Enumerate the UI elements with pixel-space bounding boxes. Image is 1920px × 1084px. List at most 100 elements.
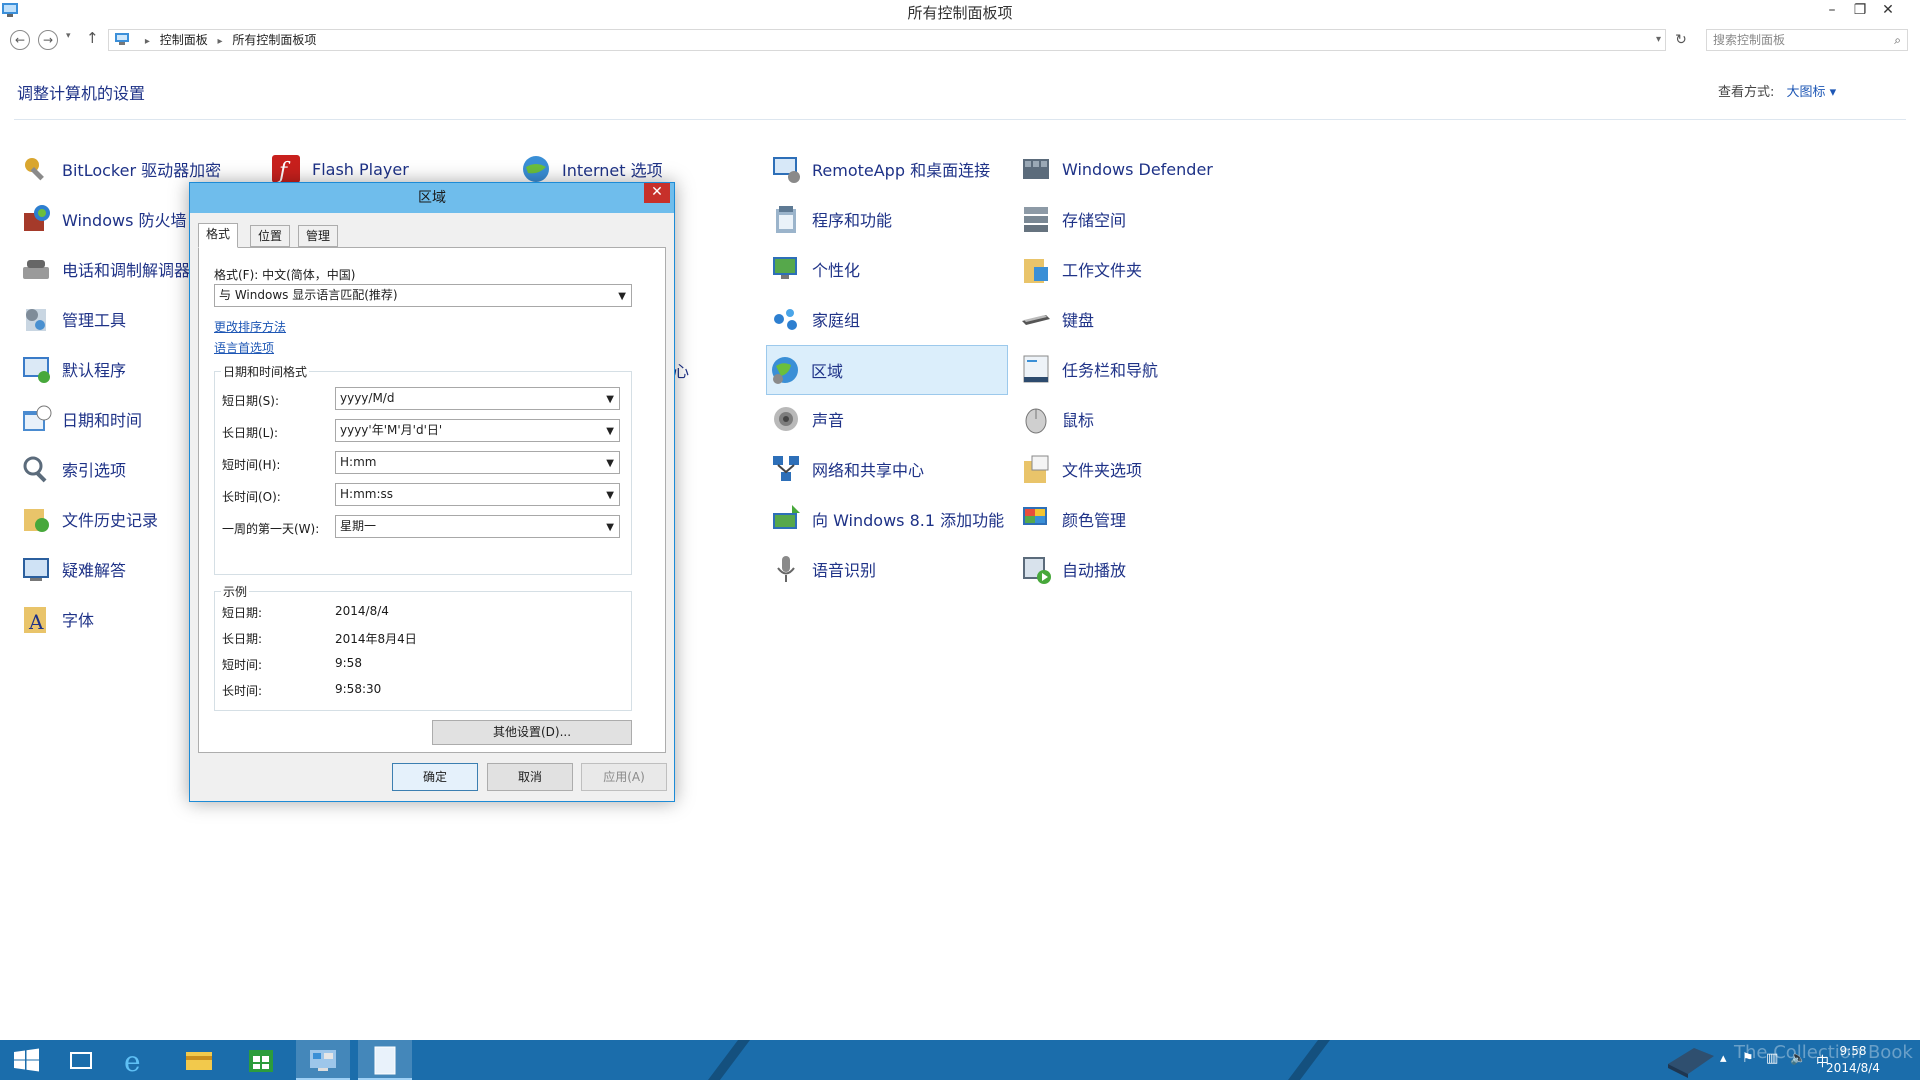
tab-format[interactable]: 格式 [198, 223, 239, 248]
cp-item-homegroup[interactable]: 家庭组 [768, 295, 1008, 343]
dialog-close-icon[interactable]: ✕ [644, 183, 670, 203]
region-globe-icon [772, 357, 798, 384]
cp-item-label: Windows 防火墙 [62, 211, 187, 230]
cp-item-label: 键盘 [1062, 311, 1095, 330]
cp-item-autoplay[interactable]: 自动播放 [1018, 545, 1258, 593]
group-title: 示例 [221, 583, 250, 600]
chevron-down-icon: ▼ [606, 490, 614, 501]
programs-features-icon [776, 206, 796, 233]
first-day-value: 星期一 [340, 519, 377, 533]
ok-button[interactable]: 确定 [392, 763, 478, 791]
address-dropdown-icon[interactable]: ▾ [1656, 30, 1661, 50]
taskbar-task-view[interactable] [54, 1040, 108, 1080]
view-by-dropdown[interactable]: 大图标 ▾ [1787, 85, 1837, 100]
cp-item-region[interactable]: 区域 [766, 345, 1008, 395]
cp-item-taskbar-navigation[interactable]: 任务栏和导航 [1018, 345, 1258, 393]
tab-administrative[interactable]: 管理 [298, 225, 339, 247]
book-logo-icon [1668, 1048, 1714, 1078]
cp-item-windows-defender[interactable]: Windows Defender [1018, 145, 1258, 193]
forward-arrow-icon[interactable]: → [38, 30, 58, 50]
breadcrumb-all-items[interactable]: 所有控制面板项 [232, 33, 316, 47]
cp-item-label: 疑难解答 [62, 561, 127, 580]
short-date-label: 短日期(S): [222, 394, 280, 408]
recent-pages-chevron-icon[interactable]: ▾ [66, 31, 71, 41]
cp-item-label: Flash Player [312, 159, 409, 179]
apply-button[interactable]: 应用(A) [581, 763, 667, 791]
cp-item-sound[interactable]: 声音 [768, 395, 1008, 443]
refresh-icon[interactable]: ↻ [1670, 29, 1692, 51]
cp-item-network-sharing[interactable]: 网络和共享中心 [768, 445, 1008, 493]
folder-options-icon [1024, 455, 1049, 483]
troubleshooting-icon [23, 558, 49, 581]
short-date-select[interactable]: yyyy/M/d ▼ [335, 387, 620, 410]
cp-item-label: 文件历史记录 [62, 511, 159, 530]
flash-player-icon: f [272, 155, 300, 184]
cp-item-label: 自动播放 [1062, 561, 1127, 580]
cp-item-label: 索引选项 [62, 461, 127, 480]
cp-item-label: 程序和功能 [812, 211, 893, 230]
cp-item-personalization[interactable]: 个性化 [768, 245, 1008, 293]
color-management-icon [1023, 507, 1047, 525]
cp-item-color-management[interactable]: 颜色管理 [1018, 495, 1258, 543]
chevron-down-icon: ▼ [606, 522, 614, 533]
format-select[interactable]: 与 Windows 显示语言匹配(推荐) ▼ [214, 284, 632, 307]
cp-item-label: 颜色管理 [1062, 511, 1127, 530]
taskbar-explorer[interactable] [172, 1040, 226, 1080]
admin-tools-icon [26, 309, 46, 331]
short-time-select[interactable]: H:mm ▼ [335, 451, 620, 474]
cp-item-folder-options[interactable]: 文件夹选项 [1018, 445, 1258, 493]
first-day-label: 一周的第一天(W): [222, 522, 320, 536]
volume-icon[interactable]: 🔈 [1790, 1051, 1806, 1066]
network-icon[interactable]: ▥ [1766, 1051, 1778, 1066]
cp-item-label: Windows Defender [1062, 159, 1213, 179]
cp-item-label: 区域 [811, 362, 844, 381]
personalization-icon [773, 257, 797, 279]
close-window-button[interactable]: ✕ [1874, 0, 1902, 20]
language-preferences-link[interactable]: 语言首选项 [214, 339, 274, 356]
search-icon[interactable]: ⌕ [1894, 30, 1901, 50]
up-arrow-icon[interactable]: ↑ [86, 29, 99, 47]
cp-item-add-features[interactable]: 向 Windows 8.1 添加功能 [768, 495, 1018, 543]
start-button[interactable] [0, 1040, 54, 1080]
cancel-button[interactable]: 取消 [487, 763, 573, 791]
show-hidden-icons-icon[interactable]: ▴ [1720, 1051, 1727, 1066]
long-time-select[interactable]: H:mm:ss ▼ [335, 483, 620, 506]
cp-item-partial-label[interactable]: 心 [673, 358, 689, 382]
cp-item-programs-features[interactable]: 程序和功能 [768, 195, 1008, 243]
add-features-icon [773, 505, 800, 529]
other-settings-button[interactable]: 其他设置(D)... [432, 720, 632, 745]
task-view-icon [70, 1052, 92, 1069]
homegroup-icon [774, 309, 797, 330]
cp-item-mouse[interactable]: 鼠标 [1018, 395, 1258, 443]
example-value: 9:58:30 [335, 682, 382, 696]
tab-location[interactable]: 位置 [250, 225, 291, 247]
clock[interactable]: 9:58 2014/8/4 [1808, 1043, 1898, 1077]
cp-item-storage-spaces[interactable]: 存储空间 [1018, 195, 1258, 243]
taskbar-store[interactable] [234, 1040, 288, 1080]
back-arrow-icon[interactable]: ← [10, 30, 30, 50]
minimize-button[interactable]: – [1818, 0, 1846, 20]
address-row: ← → ▾ ↑ ▸ 控制面板 ▸ 所有控制面板项 ▾ ↻ 搜索控制面板 ⌕ [0, 26, 1920, 54]
breadcrumb-control-panel[interactable]: 控制面板 [160, 33, 208, 47]
indexing-icon [23, 456, 47, 483]
restore-button[interactable]: ❐ [1846, 0, 1874, 20]
short-time-value: H:mm [340, 455, 377, 469]
taskbar-ie[interactable]: e [110, 1040, 164, 1080]
cp-item-label: 任务栏和导航 [1062, 361, 1159, 380]
cp-item-keyboard[interactable]: 键盘 [1018, 295, 1258, 343]
taskbar-control-panel[interactable] [296, 1040, 350, 1080]
first-day-select[interactable]: 星期一 ▼ [335, 515, 620, 538]
cp-item-speech[interactable]: 语音识别 [768, 545, 1008, 593]
fonts-icon: A [24, 607, 46, 634]
taskbar-region-window[interactable] [358, 1040, 412, 1080]
action-center-flag-icon[interactable]: ⚑ [1742, 1051, 1754, 1066]
sound-icon [774, 407, 798, 431]
address-bar[interactable]: ▸ 控制面板 ▸ 所有控制面板项 ▾ [108, 29, 1666, 51]
long-date-select[interactable]: yyyy'年'M'月'd'日' ▼ [335, 419, 620, 442]
search-input[interactable]: 搜索控制面板 ⌕ [1706, 29, 1908, 51]
cp-item-remoteapp[interactable]: RemoteApp 和桌面连接 [768, 145, 1008, 193]
svg-text:e: e [124, 1045, 141, 1078]
change-sort-link[interactable]: 更改排序方法 [214, 318, 286, 335]
cp-item-work-folders[interactable]: 工作文件夹 [1018, 245, 1258, 293]
short-time-label: 短时间(H): [222, 458, 281, 472]
